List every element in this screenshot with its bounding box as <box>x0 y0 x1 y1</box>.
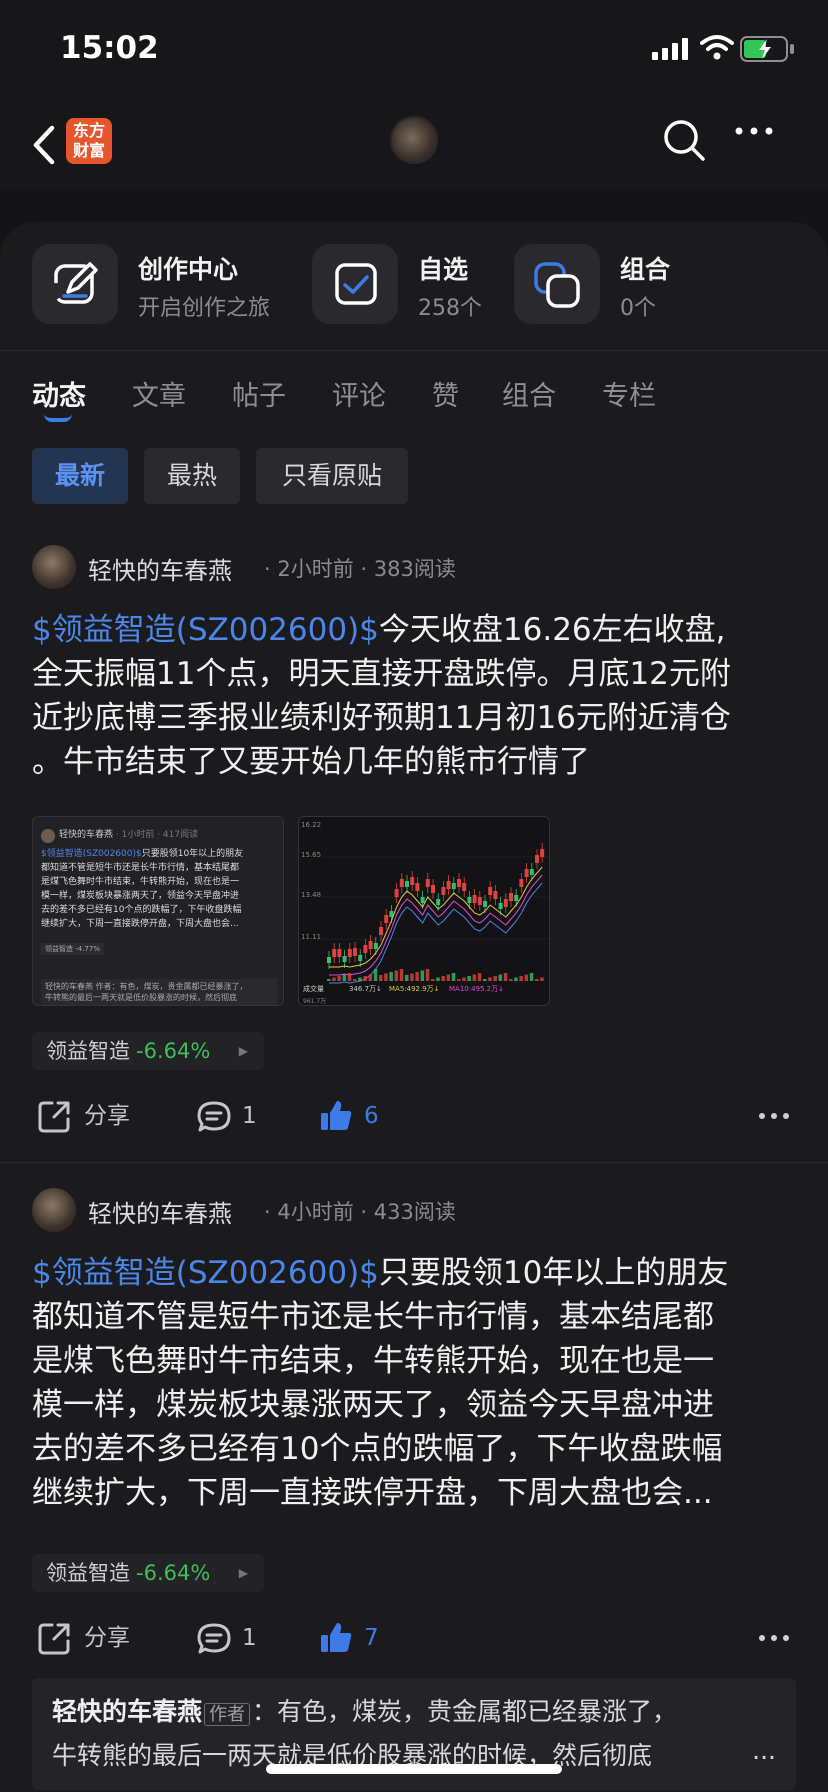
stock-change: -6.64% <box>136 1039 211 1063</box>
stock-tag[interactable]: 领益智造 -6.64% ▶ <box>32 1032 264 1070</box>
tab-articles[interactable]: 文章 <box>132 374 186 413</box>
post-meta: · 2小时前 · 383阅读 <box>264 557 456 581</box>
share-button[interactable]: 分享 <box>84 1616 130 1660</box>
like-count[interactable]: 7 <box>364 1616 379 1660</box>
y-label: 11.11 <box>301 933 321 941</box>
creation-center-entry[interactable]: 创作中心 开启创作之旅 <box>32 244 282 324</box>
home-indicator[interactable] <box>266 1764 562 1774</box>
comment-icon[interactable] <box>196 1621 232 1657</box>
post-meta: · 4小时前 · 433阅读 <box>264 1200 456 1224</box>
tab-portfolios[interactable]: 组合 <box>502 374 556 413</box>
y-label: 16.22 <box>301 821 321 829</box>
back-arrow-icon[interactable] <box>26 120 62 170</box>
post-more-icon[interactable] <box>758 1634 790 1642</box>
comment-more[interactable]: ... <box>752 1736 776 1765</box>
search-icon[interactable] <box>662 118 706 162</box>
status-bar: 15:02 <box>0 0 828 100</box>
volume-max: 961.7万 <box>303 998 326 1005</box>
caret-right-icon: ▶ <box>238 1566 248 1580</box>
thumbs-up-icon[interactable] <box>318 1098 354 1134</box>
cellular-signal-icon <box>652 38 688 60</box>
tab-posts[interactable]: 帖子 <box>232 374 286 413</box>
portfolio-title: 组合 <box>620 255 671 284</box>
comment-count[interactable]: 1 <box>242 1616 257 1660</box>
battery-charging-icon <box>740 36 794 62</box>
author-badge: 作者 <box>204 1703 251 1726</box>
comment-author[interactable]: 轻快的车春燕 <box>52 1697 202 1726</box>
wifi-icon <box>700 35 734 60</box>
stock-change: -6.64% <box>136 1561 211 1585</box>
filter-latest[interactable]: 最新 <box>32 448 128 504</box>
filter-hottest[interactable]: 最热 <box>144 448 240 504</box>
author-name[interactable]: 轻快的车春燕 <box>88 551 232 586</box>
post-text[interactable]: $领益智造(SZ002600)$今天收盘16.26左右收盘, 全天振幅11个点，… <box>32 608 782 784</box>
share-icon[interactable] <box>36 1099 72 1135</box>
active-tab-indicator <box>44 414 72 422</box>
divider <box>0 1162 828 1163</box>
filter-original-only[interactable]: 只看原贴 <box>256 448 408 504</box>
divider <box>0 350 828 351</box>
thumbs-up-icon[interactable] <box>318 1620 354 1656</box>
post-actions: 分享 1 7 <box>0 1616 828 1660</box>
comment-icon[interactable] <box>196 1099 232 1135</box>
watchlist-title: 自选 <box>418 255 469 284</box>
post-more-icon[interactable] <box>758 1112 790 1120</box>
creation-center-subtitle: 开启创作之旅 <box>138 296 271 321</box>
post-header: 轻快的车春燕 · 4小时前 · 433阅读 <box>32 1188 532 1232</box>
post-image-2[interactable]: 16.22 15.65 13.48 11.11 成交量 346.7万↓ MA5:… <box>298 816 550 1006</box>
comment-text: ：有色，煤炭，贵金属都已经暴涨了， <box>252 1697 678 1726</box>
portfolio-count: 0个 <box>620 296 656 321</box>
stock-link[interactable]: $领益智造(SZ002600)$ <box>32 612 379 648</box>
portfolio-entry[interactable]: 组合 0个 <box>514 244 684 324</box>
author-name[interactable]: 轻快的车春燕 <box>88 1194 232 1229</box>
comment-count[interactable]: 1 <box>242 1094 257 1138</box>
author-avatar[interactable] <box>32 1188 76 1232</box>
volume-label: 成交量 <box>303 984 324 993</box>
tab-dynamics[interactable]: 动态 <box>32 374 86 413</box>
tab-likes[interactable]: 赞 <box>432 374 459 413</box>
stock-tag[interactable]: 领益智造 -6.64% ▶ <box>32 1554 264 1592</box>
ma5-value: MA5:492.9万↓ <box>389 985 440 993</box>
profile-avatar[interactable] <box>390 116 438 164</box>
tab-bar: 动态 文章 帖子 评论 赞 组合 专栏 <box>0 368 828 418</box>
tab-comments[interactable]: 评论 <box>332 374 386 413</box>
y-label: 15.65 <box>301 851 321 859</box>
watchlist-count: 258个 <box>418 296 482 321</box>
post-actions: 分享 1 6 <box>0 1094 828 1138</box>
post-text[interactable]: $领益智造(SZ002600)$只要股领10年以上的朋友 都知道不管是短牛市还是… <box>32 1251 782 1515</box>
stock-link[interactable]: $领益智造(SZ002600)$ <box>32 1255 379 1291</box>
tab-columns[interactable]: 专栏 <box>602 374 656 413</box>
author-avatar[interactable] <box>32 545 76 589</box>
post-image-1[interactable]: 轻快的车春燕 · 1小时前 · 417阅读 $领益智造(SZ002600)$只要… <box>32 816 284 1006</box>
share-icon[interactable] <box>36 1621 72 1657</box>
watchlist-entry[interactable]: 自选 258个 <box>312 244 482 324</box>
edit-icon <box>32 244 118 324</box>
stock-kline-chart: 16.22 15.65 13.48 11.11 成交量 346.7万↓ MA5:… <box>301 821 549 1005</box>
ma10-value: MA10:495.2万↓ <box>449 985 504 993</box>
volume-value: 346.7万↓ <box>349 985 382 993</box>
share-button[interactable]: 分享 <box>84 1094 130 1138</box>
portfolio-icon <box>514 244 600 324</box>
more-options-icon[interactable] <box>734 126 774 136</box>
y-label: 13.48 <box>301 891 321 899</box>
app-logo[interactable]: 东方 财富 <box>66 118 112 164</box>
post-header: 轻快的车春燕 · 2小时前 · 383阅读 <box>32 545 532 589</box>
caret-right-icon: ▶ <box>238 1044 248 1058</box>
checkbox-icon <box>312 244 398 324</box>
creation-center-title: 创作中心 <box>138 255 239 284</box>
like-count[interactable]: 6 <box>364 1094 379 1138</box>
status-time: 15:02 <box>60 30 159 66</box>
